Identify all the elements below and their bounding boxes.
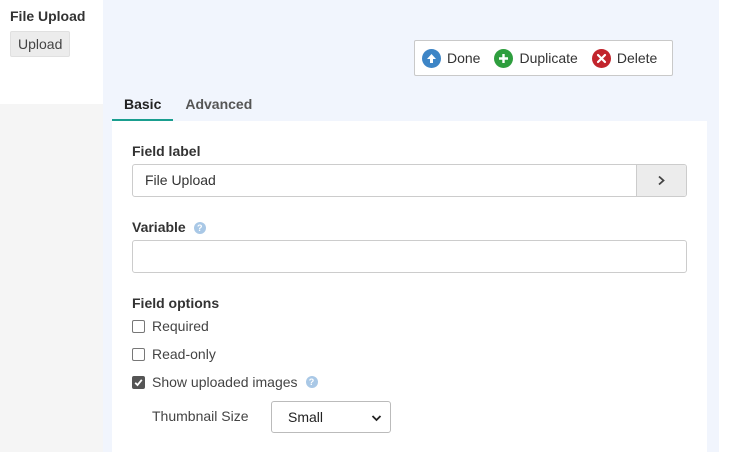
variable-heading: Variable? bbox=[132, 219, 206, 235]
read-only-label: Read-only bbox=[152, 346, 216, 362]
delete-label: Delete bbox=[616, 50, 658, 66]
chevron-down-icon bbox=[371, 409, 382, 425]
field-label-heading: Field label bbox=[132, 143, 201, 159]
basic-settings-panel: Field label File Upload Variable? Field … bbox=[112, 121, 707, 452]
read-only-checkbox[interactable] bbox=[132, 347, 145, 361]
checkmark-icon bbox=[134, 378, 143, 386]
variable-input[interactable] bbox=[132, 240, 687, 273]
show-uploaded-images-label: Show uploaded images bbox=[152, 374, 298, 390]
left-band bbox=[0, 66, 103, 105]
show-uploaded-images-option[interactable]: Show uploaded images ? bbox=[132, 374, 318, 390]
done-label: Done bbox=[447, 50, 481, 66]
help-icon[interactable]: ? bbox=[193, 222, 206, 235]
settings-tabs: Basic Advanced bbox=[112, 92, 264, 122]
show-uploaded-images-checkbox[interactable] bbox=[132, 375, 145, 389]
required-checkbox[interactable] bbox=[132, 319, 145, 333]
thumbnail-size-select[interactable]: Small bbox=[271, 401, 391, 433]
done-button[interactable]: Done bbox=[422, 48, 481, 68]
close-icon bbox=[591, 48, 611, 68]
read-only-option[interactable]: Read-only bbox=[132, 346, 216, 362]
tab-basic[interactable]: Basic bbox=[112, 92, 174, 122]
arrow-up-icon bbox=[422, 48, 441, 68]
required-label: Required bbox=[152, 318, 209, 334]
required-option[interactable]: Required bbox=[132, 318, 209, 334]
duplicate-label: Duplicate bbox=[519, 50, 578, 66]
thumbnail-size-value: Small bbox=[288, 409, 324, 425]
help-icon[interactable]: ? bbox=[305, 376, 318, 388]
tab-advanced[interactable]: Advanced bbox=[173, 92, 264, 119]
variable-label: Variable bbox=[132, 219, 186, 235]
chevron-right-icon bbox=[657, 173, 666, 189]
delete-button[interactable]: Delete bbox=[591, 48, 658, 68]
thumbnail-size-label: Thumbnail Size bbox=[152, 408, 249, 424]
field-label-input-group: File Upload bbox=[132, 164, 687, 197]
field-label-input[interactable]: File Upload bbox=[133, 165, 636, 196]
expand-field-label-button[interactable] bbox=[636, 165, 686, 196]
field-type-chip[interactable]: Upload bbox=[10, 31, 71, 57]
plus-icon bbox=[494, 48, 514, 68]
right-strip bbox=[719, 0, 732, 452]
left-panel bbox=[0, 104, 103, 452]
field-options-heading: Field options bbox=[132, 295, 220, 311]
field-action-toolbar: Done Duplicate Delete bbox=[414, 40, 673, 76]
field-title: File Upload bbox=[10, 8, 86, 24]
duplicate-button[interactable]: Duplicate bbox=[494, 48, 578, 68]
